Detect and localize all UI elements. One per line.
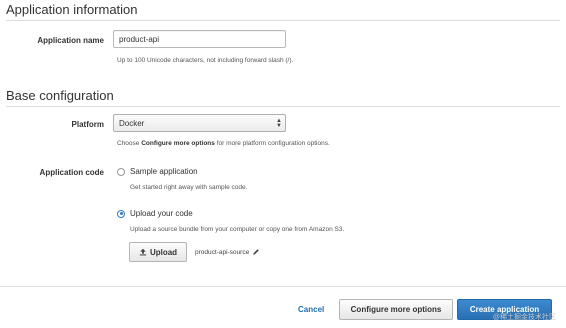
section-divider (6, 106, 560, 107)
application-name-input[interactable]: product-api (113, 30, 286, 48)
sample-application-help: Get started right away with sample code. (130, 184, 248, 191)
radio-unchecked-icon[interactable] (117, 167, 125, 176)
platform-help-bold: Configure more options (141, 140, 215, 147)
section-divider (6, 20, 560, 21)
selected-file: product-api-source (195, 248, 260, 256)
upload-button[interactable]: Upload (129, 242, 187, 262)
radio-checked-icon[interactable] (117, 209, 125, 218)
sample-application-label[interactable]: Sample application (130, 167, 198, 176)
upload-icon (139, 248, 147, 256)
application-code-label: Application code (39, 168, 104, 177)
section-title-base-configuration: Base configuration (6, 88, 114, 103)
cancel-button[interactable]: Cancel (298, 305, 324, 314)
platform-select[interactable]: Docker ▲ ▼ (113, 114, 286, 132)
platform-help: Choose Configure more options for more p… (117, 140, 330, 147)
section-title-application-information: Application information (6, 2, 138, 17)
footer-divider (0, 286, 566, 287)
watermark: @稀土掘金技术社区 (492, 314, 556, 321)
radio-upload-code[interactable]: Upload your code (117, 209, 193, 218)
radio-sample-application[interactable]: Sample application (117, 167, 198, 176)
platform-label: Platform (71, 120, 104, 129)
application-name-help: Up to 100 Unicode characters, not includ… (117, 57, 294, 64)
upload-code-label[interactable]: Upload your code (130, 209, 193, 218)
upload-code-help: Upload a source bundle from your compute… (130, 226, 345, 233)
select-arrows-icon: ▲ ▼ (276, 118, 282, 129)
selected-file-name: product-api-source (195, 248, 250, 256)
pencil-icon[interactable] (252, 248, 260, 256)
configure-more-options-button[interactable]: Configure more options (339, 299, 453, 320)
platform-help-prefix: Choose (117, 140, 142, 147)
platform-help-suffix: for more platform configuration options. (214, 140, 330, 147)
platform-select-value: Docker (119, 118, 145, 128)
application-name-label: Application name (37, 36, 104, 45)
upload-button-label: Upload (149, 247, 178, 257)
